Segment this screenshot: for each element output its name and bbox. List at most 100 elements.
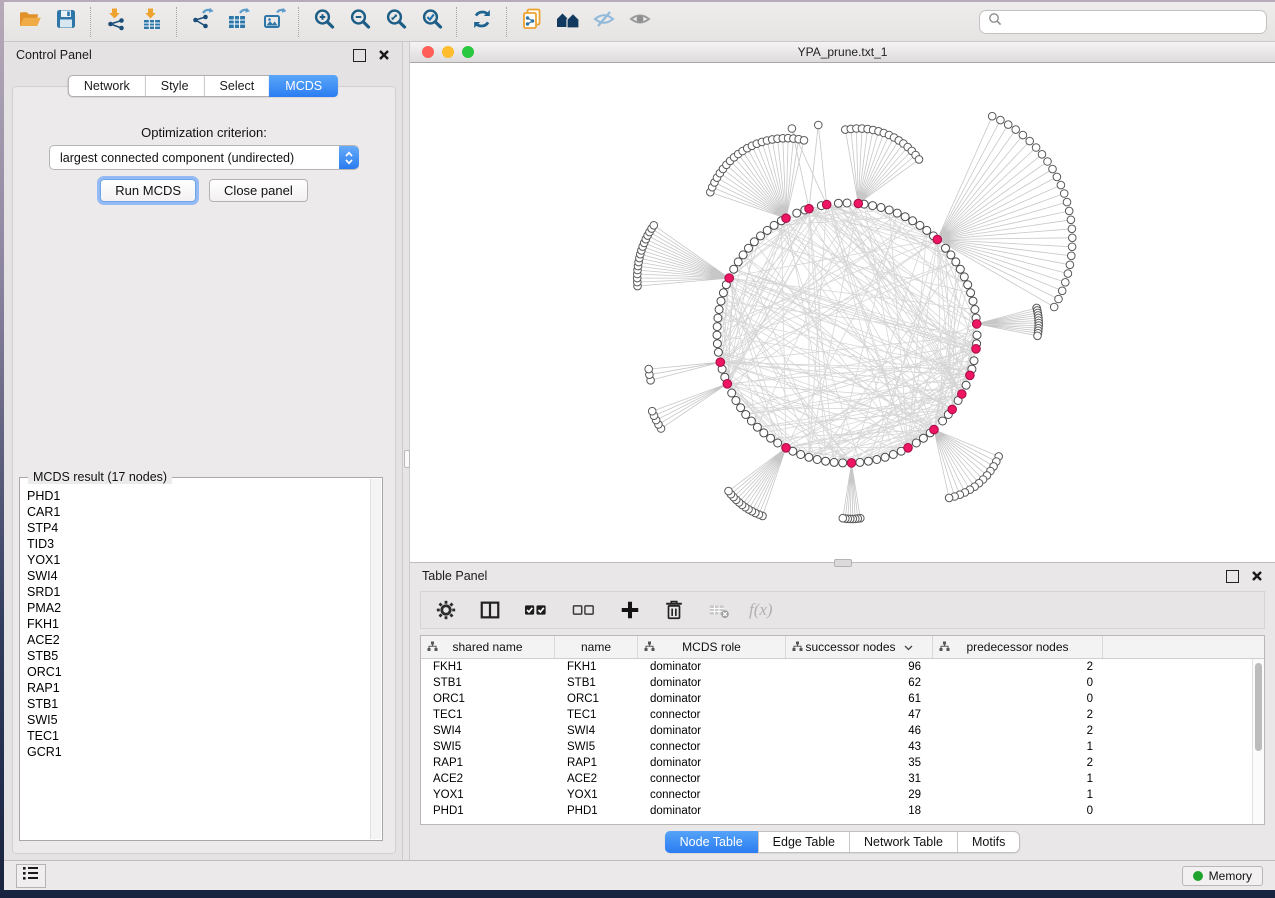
add-column-icon[interactable] bbox=[619, 599, 641, 621]
graph-satellite-node[interactable] bbox=[1049, 165, 1057, 173]
column-header-predecessor-nodes[interactable]: predecessor nodes bbox=[933, 636, 1103, 658]
graph-node[interactable] bbox=[964, 281, 972, 289]
graph-node[interactable] bbox=[830, 458, 838, 466]
column-header-name[interactable]: name bbox=[555, 636, 638, 658]
graph-hub-node[interactable] bbox=[958, 390, 967, 399]
graph-node[interactable] bbox=[909, 217, 917, 225]
graph-node[interactable] bbox=[952, 258, 960, 266]
graph-node[interactable] bbox=[873, 456, 881, 464]
graph-hub-node[interactable] bbox=[972, 320, 981, 329]
table-row[interactable]: FKH1FKH1dominator962 bbox=[421, 659, 1264, 675]
table-tab-motifs[interactable]: Motifs bbox=[958, 832, 1019, 852]
graph-node[interactable] bbox=[793, 209, 801, 217]
mcds-result-item[interactable]: PMA2 bbox=[27, 600, 371, 616]
horizontal-splitter-grip[interactable] bbox=[834, 559, 852, 567]
memory-button[interactable]: Memory bbox=[1182, 866, 1263, 886]
graph-node[interactable] bbox=[715, 306, 723, 314]
minimize-window-button[interactable] bbox=[442, 46, 454, 58]
graph-satellite-node[interactable] bbox=[945, 494, 953, 502]
graph-satellite-node[interactable] bbox=[1060, 190, 1068, 198]
graph-node[interactable] bbox=[877, 204, 885, 212]
graph-hub-node[interactable] bbox=[966, 371, 975, 380]
maximize-window-button[interactable] bbox=[462, 46, 474, 58]
graph-satellite-node[interactable] bbox=[1067, 216, 1075, 224]
graph-satellite-node[interactable] bbox=[1068, 243, 1076, 251]
zoom-selected-button[interactable] bbox=[414, 7, 450, 37]
graph-satellite-node[interactable] bbox=[1066, 261, 1074, 269]
graph-node[interactable] bbox=[967, 289, 975, 297]
graph-node[interactable] bbox=[713, 331, 721, 339]
graph-node[interactable] bbox=[774, 439, 782, 447]
graph-hub-node[interactable] bbox=[854, 199, 863, 208]
delete-column-icon[interactable] bbox=[663, 599, 685, 621]
show-all-button[interactable] bbox=[622, 7, 658, 37]
graph-node[interactable] bbox=[737, 404, 745, 412]
graph-node[interactable] bbox=[742, 411, 750, 419]
graph-node[interactable] bbox=[864, 457, 872, 465]
deselect-all-icon[interactable] bbox=[571, 599, 597, 621]
graph-hub-node[interactable] bbox=[847, 459, 856, 468]
graph-node[interactable] bbox=[969, 297, 977, 305]
graph-node[interactable] bbox=[889, 451, 897, 459]
clone-network-button[interactable] bbox=[514, 7, 550, 37]
close-panel-icon[interactable] bbox=[378, 49, 390, 61]
graph-node[interactable] bbox=[916, 221, 924, 229]
zoom-fit-button[interactable] bbox=[378, 7, 414, 37]
table-row[interactable]: YOX1YOX1connector291 bbox=[421, 787, 1264, 803]
search-box[interactable] bbox=[979, 10, 1267, 34]
import-network-button[interactable] bbox=[98, 7, 134, 37]
mcds-list-scrollbar[interactable] bbox=[370, 479, 381, 839]
graph-satellite-node[interactable] bbox=[1050, 303, 1058, 311]
hide-selected-button[interactable] bbox=[586, 7, 622, 37]
table-tab-network-table[interactable]: Network Table bbox=[850, 832, 958, 852]
graph-satellite-node[interactable] bbox=[1057, 181, 1065, 189]
graph-node[interactable] bbox=[869, 202, 877, 210]
graph-satellite-node[interactable] bbox=[1032, 144, 1040, 152]
graph-satellite-node[interactable] bbox=[800, 137, 808, 145]
refresh-button[interactable] bbox=[464, 7, 500, 37]
graph-node[interactable] bbox=[942, 244, 950, 252]
network-canvas[interactable] bbox=[410, 63, 1275, 562]
graph-satellite-node[interactable] bbox=[1038, 151, 1046, 159]
mcds-result-item[interactable]: YOX1 bbox=[27, 552, 371, 568]
graph-node[interactable] bbox=[728, 389, 736, 397]
graph-satellite-node[interactable] bbox=[815, 121, 823, 129]
mcds-result-list[interactable]: PHD1CAR1STP4TID3YOX1SWI4SRD1PMA2FKH1ACE2… bbox=[21, 488, 371, 839]
graph-node[interactable] bbox=[760, 429, 768, 437]
graph-node[interactable] bbox=[717, 297, 725, 305]
graph-satellite-node[interactable] bbox=[1019, 131, 1027, 139]
graph-hub-node[interactable] bbox=[948, 405, 957, 414]
table-row[interactable]: PHD1PHD1dominator180 bbox=[421, 803, 1264, 819]
mcds-result-item[interactable]: TID3 bbox=[27, 536, 371, 552]
graph-hub-node[interactable] bbox=[904, 444, 913, 453]
graph-hub-node[interactable] bbox=[716, 358, 725, 367]
graph-node[interactable] bbox=[757, 232, 765, 240]
column-header-successor-nodes[interactable]: successor nodes bbox=[786, 636, 933, 658]
graph-hub-node[interactable] bbox=[725, 274, 734, 283]
graph-node[interactable] bbox=[912, 439, 920, 447]
delete-table-icon[interactable] bbox=[707, 599, 731, 621]
graph-satellite-node[interactable] bbox=[997, 116, 1005, 124]
float-panel-button[interactable] bbox=[353, 49, 366, 62]
graph-node[interactable] bbox=[730, 265, 738, 273]
select-all-icon[interactable] bbox=[523, 599, 549, 621]
graph-satellite-node[interactable] bbox=[645, 365, 653, 373]
graph-node[interactable] bbox=[839, 459, 847, 467]
import-table-button[interactable] bbox=[134, 7, 170, 37]
mcds-result-item[interactable]: PHD1 bbox=[27, 488, 371, 504]
mcds-result-item[interactable]: ORC1 bbox=[27, 664, 371, 680]
split-columns-icon[interactable] bbox=[479, 599, 501, 621]
function-builder-icon[interactable]: f(x) bbox=[749, 600, 773, 620]
table-row[interactable]: ORC1ORC1dominator610 bbox=[421, 691, 1264, 707]
zoom-out-button[interactable] bbox=[342, 7, 378, 37]
mcds-result-item[interactable]: FKH1 bbox=[27, 616, 371, 632]
graph-node[interactable] bbox=[919, 434, 927, 442]
graph-satellite-node[interactable] bbox=[1044, 158, 1052, 166]
table-scrollbar-thumb[interactable] bbox=[1255, 663, 1262, 751]
graph-satellite-node[interactable] bbox=[648, 407, 656, 415]
graph-satellite-node[interactable] bbox=[1058, 287, 1066, 295]
graph-node[interactable] bbox=[923, 226, 931, 234]
graph-hub-node[interactable] bbox=[782, 214, 791, 223]
graph-satellite-node[interactable] bbox=[1064, 270, 1072, 278]
tab-select[interactable]: Select bbox=[205, 76, 271, 96]
